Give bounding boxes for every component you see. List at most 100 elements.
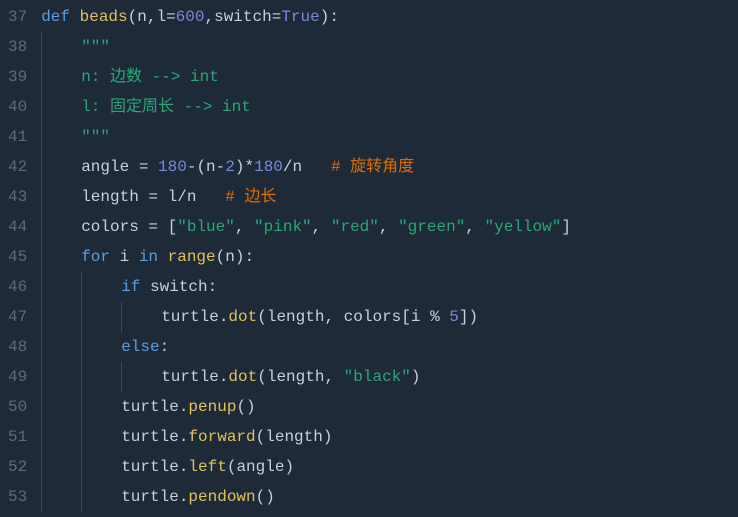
code-token: .: [219, 308, 229, 326]
code-token: [196, 188, 225, 206]
code-token: length: [267, 308, 325, 326]
code-token: length: [265, 428, 323, 446]
code-line[interactable]: turtle.left(angle): [41, 452, 738, 482]
code-token: range: [168, 248, 216, 266]
line-number: 48: [8, 332, 27, 362]
code-token: %: [430, 308, 449, 326]
code-token: .: [219, 368, 229, 386]
code-line[interactable]: l: 固定周长 --> int: [41, 92, 738, 122]
code-token: [302, 158, 331, 176]
code-token: dot: [228, 368, 257, 386]
code-line[interactable]: n: 边数 --> int: [41, 62, 738, 92]
code-line[interactable]: def beads(n,l=600,switch=True):: [41, 2, 738, 32]
code-token: ]: [561, 218, 571, 236]
indent-guide: [41, 62, 42, 92]
code-token: n: [187, 188, 197, 206]
line-number: 51: [8, 422, 27, 452]
code-token: ): [411, 368, 421, 386]
code-line[interactable]: turtle.pendown(): [41, 482, 738, 512]
code-token: /: [283, 158, 293, 176]
code-token: (: [257, 368, 267, 386]
code-token: :: [160, 338, 170, 356]
code-token: =: [272, 8, 282, 26]
code-token: colors: [344, 308, 402, 326]
code-token: 2: [225, 158, 235, 176]
code-token: # 边长: [225, 188, 276, 206]
code-line[interactable]: """: [41, 122, 738, 152]
line-number-gutter: 3738394041424344454647484950515253: [0, 0, 37, 517]
code-token: =: [148, 188, 167, 206]
line-number: 37: [8, 2, 27, 32]
code-line[interactable]: angle = 180-(n-2)*180/n # 旋转角度: [41, 152, 738, 182]
code-token: .: [179, 458, 189, 476]
indent-guide: [41, 242, 42, 272]
code-token: length: [267, 368, 325, 386]
code-token: -: [216, 158, 226, 176]
indent-guide: [41, 212, 42, 242]
code-token: True: [281, 8, 319, 26]
code-token: (: [128, 8, 138, 26]
code-token: (: [196, 158, 206, 176]
code-token: in: [139, 248, 168, 266]
code-token: ,: [379, 218, 398, 236]
indent-guide: [121, 302, 122, 332]
code-token: forward: [188, 428, 255, 446]
code-token: angle: [236, 458, 284, 476]
code-line[interactable]: turtle.dot(length, "black"): [41, 362, 738, 392]
code-line[interactable]: if switch:: [41, 272, 738, 302]
code-line[interactable]: turtle.penup(): [41, 392, 738, 422]
code-token: [: [168, 218, 178, 236]
code-token: angle: [81, 158, 139, 176]
code-token: pendown: [188, 488, 255, 506]
code-line[interactable]: length = l/n # 边长: [41, 182, 738, 212]
code-token: ):: [320, 8, 339, 26]
code-token: ]): [459, 308, 478, 326]
code-token: "red": [331, 218, 379, 236]
code-token: left: [188, 458, 226, 476]
code-token: """: [81, 38, 110, 56]
code-line[interactable]: for i in range(n):: [41, 242, 738, 272]
code-token: "black": [344, 368, 411, 386]
code-token: turtle: [161, 308, 219, 326]
code-token: turtle: [121, 488, 179, 506]
code-token: length: [81, 188, 148, 206]
code-token: l: 固定周长 --> int: [81, 98, 251, 116]
indent-guide: [81, 422, 82, 452]
code-line[interactable]: else:: [41, 332, 738, 362]
code-line[interactable]: turtle.dot(length, colors[i % 5]): [41, 302, 738, 332]
code-line[interactable]: colors = ["blue", "pink", "red", "green"…: [41, 212, 738, 242]
code-token: "blue": [177, 218, 235, 236]
code-token: ,: [147, 8, 157, 26]
code-editor[interactable]: 3738394041424344454647484950515253 def b…: [0, 0, 738, 517]
code-token: 180: [254, 158, 283, 176]
code-token: def: [41, 8, 79, 26]
line-number: 53: [8, 482, 27, 512]
indent-guide: [81, 392, 82, 422]
code-token: l: [168, 188, 178, 206]
line-number: 52: [8, 452, 27, 482]
code-token: .: [179, 488, 189, 506]
code-token: ,: [324, 368, 343, 386]
code-token: :: [208, 278, 218, 296]
line-number: 43: [8, 182, 27, 212]
code-token: =: [148, 218, 167, 236]
indent-guide: [41, 152, 42, 182]
indent-guide: [41, 302, 42, 332]
code-token: ,: [204, 8, 214, 26]
code-token: colors: [81, 218, 148, 236]
code-token: (: [257, 308, 267, 326]
line-number: 42: [8, 152, 27, 182]
code-token: switch: [214, 8, 272, 26]
indent-guide: [81, 452, 82, 482]
line-number: 46: [8, 272, 27, 302]
code-token: i: [120, 248, 139, 266]
code-token: n: [225, 248, 235, 266]
code-line[interactable]: turtle.forward(length): [41, 422, 738, 452]
code-token: n: [137, 8, 147, 26]
code-line[interactable]: """: [41, 32, 738, 62]
code-token: .: [179, 398, 189, 416]
code-token: "yellow": [485, 218, 562, 236]
code-token: ): [284, 458, 294, 476]
code-token: if: [121, 278, 150, 296]
code-area[interactable]: def beads(n,l=600,switch=True): """ n: 边数 …: [37, 0, 738, 517]
